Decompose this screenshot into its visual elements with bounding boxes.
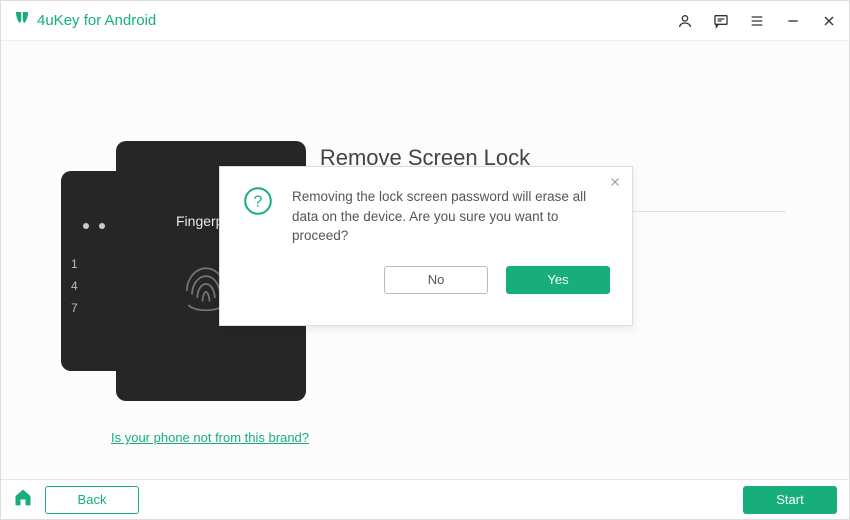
confirm-modal: ? Removing the lock screen password will… bbox=[219, 166, 633, 326]
svg-text:?: ? bbox=[254, 194, 263, 211]
brand-question-link[interactable]: Is your phone not from this brand? bbox=[111, 430, 309, 445]
start-button[interactable]: Start bbox=[743, 486, 837, 514]
question-icon: ? bbox=[242, 185, 274, 246]
close-window-icon[interactable] bbox=[821, 13, 837, 29]
feedback-icon[interactable] bbox=[713, 13, 729, 29]
titlebar-actions bbox=[677, 13, 837, 29]
titlebar: 4uKey for Android bbox=[1, 1, 849, 41]
close-icon[interactable] bbox=[608, 175, 622, 194]
home-icon[interactable] bbox=[13, 487, 33, 512]
no-button[interactable]: No bbox=[384, 266, 488, 294]
digit: 4 bbox=[71, 275, 78, 297]
app-name: 4uKey for Android bbox=[37, 12, 156, 29]
logo-icon bbox=[13, 9, 31, 32]
menu-icon[interactable] bbox=[749, 13, 765, 29]
digit: 1 bbox=[71, 253, 78, 275]
modal-message: Removing the lock screen password will e… bbox=[292, 185, 610, 246]
minimize-icon[interactable] bbox=[785, 13, 801, 29]
keypad-digits: 1 4 7 bbox=[71, 253, 78, 319]
pattern-dots bbox=[83, 223, 105, 229]
digit: 7 bbox=[71, 297, 78, 319]
back-button[interactable]: Back bbox=[45, 486, 139, 514]
app-logo: 4uKey for Android bbox=[13, 9, 156, 32]
account-icon[interactable] bbox=[677, 13, 693, 29]
yes-button[interactable]: Yes bbox=[506, 266, 610, 294]
main-content: Remove Screen Lock etc.) when you forgot… bbox=[1, 41, 849, 479]
footer: Back Start bbox=[1, 479, 849, 519]
